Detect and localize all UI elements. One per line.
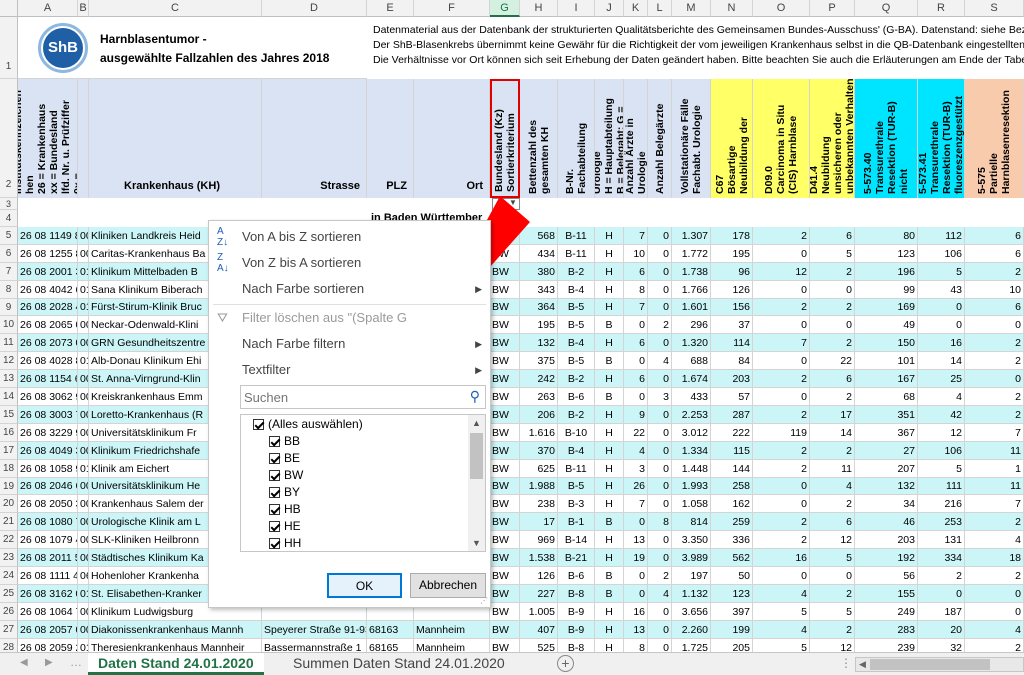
filter-list-item[interactable]: BY (269, 484, 300, 501)
horizontal-scrollbar[interactable]: ◀ (855, 657, 1024, 672)
hscroll-left-icon[interactable]: ◀ (859, 658, 866, 671)
chevron-right-icon: ▶ (475, 284, 482, 294)
red-arrow-annotation (352, 196, 530, 432)
tab-scroll-right-icon[interactable]: ▶ (45, 657, 53, 668)
chevron-right-icon: ▶ (475, 365, 482, 375)
sort-za-label: Von Z bis A sortieren (242, 255, 362, 270)
sort-za-item[interactable]: Z A↓ Von Z bis A sortieren (209, 250, 490, 276)
value-list[interactable]: (Alles auswählen) BB BE BW BY HB HE HH ▲ ▼ (240, 414, 486, 552)
filter-list-item[interactable]: HB (269, 501, 301, 518)
sort-az-label: Von A bis Z sortieren (242, 229, 362, 244)
checkbox-checked-icon[interactable] (269, 504, 280, 516)
filter-list-label: (Alles auswählen) (268, 417, 363, 431)
filter-list-label: BE (284, 451, 301, 465)
tab-scroll-left-icon[interactable]: ◀ (20, 657, 28, 668)
text-filter-label: Textfilter (242, 362, 291, 377)
filter-list-label: BB (284, 434, 301, 448)
checkbox-checked-icon[interactable] (269, 453, 280, 465)
scroll-down-icon[interactable]: ▼ (468, 535, 485, 551)
list-scrollbar[interactable]: ▲ ▼ (468, 415, 485, 551)
filter-list-label: BW (284, 468, 304, 482)
sort-by-color-item[interactable]: Nach Farbe sortieren ▶ (209, 276, 490, 302)
resize-grip-icon[interactable]: ⋰ (480, 596, 488, 605)
tab-summen-daten[interactable]: Summen Daten Stand 24.01.2020 (283, 653, 515, 675)
add-sheet-icon[interactable]: + (557, 655, 574, 672)
filter-list-item[interactable]: HH (269, 535, 302, 551)
tab-splitter-icon[interactable]: ⋮ (840, 656, 852, 670)
filter-dropdown-menu: A Z↓ Von A bis Z sortieren Z A↓ Von Z bis … (208, 220, 491, 608)
checkbox-checked-icon[interactable] (253, 419, 264, 431)
filter-list-label: BY (284, 485, 301, 499)
sheet-tab-bar: ◀ ▶ … Daten Stand 24.01.2020 Summen Date… (0, 652, 1024, 675)
tab-menu-icon[interactable]: … (70, 655, 82, 669)
filter-list-item[interactable]: BE (269, 450, 300, 467)
sort-za-icon: Z A↓ (217, 252, 229, 274)
scroll-thumb[interactable] (470, 433, 483, 479)
search-icon: ⚲ (469, 388, 480, 404)
search-input[interactable] (241, 386, 451, 408)
checkbox-checked-icon[interactable] (269, 470, 280, 482)
sort-az-icon: A Z↓ (217, 226, 229, 248)
filter-list-item[interactable]: (Alles auswählen) (253, 416, 363, 433)
filter-list-item[interactable]: BB (269, 433, 300, 450)
chevron-right-icon: ▶ (475, 339, 482, 349)
ok-button[interactable]: OK (327, 573, 402, 598)
sort-by-color-label: Nach Farbe sortieren (242, 281, 365, 296)
filter-list-label: HE (284, 519, 301, 533)
clear-filter-label: Filter löschen aus "(Spalte G (242, 310, 408, 325)
filter-by-color-item[interactable]: Nach Farbe filtern ▶ (209, 331, 490, 357)
checkbox-checked-icon[interactable] (269, 521, 280, 533)
filter-list-label: HH (284, 536, 302, 550)
checkbox-checked-icon[interactable] (269, 487, 280, 499)
text-filter-item[interactable]: Textfilter ▶ (209, 357, 490, 383)
clear-filter-icon: ⛛ (217, 310, 228, 325)
checkbox-checked-icon[interactable] (269, 538, 280, 550)
filter-list-label: HB (284, 502, 301, 516)
filter-list-item[interactable]: HE (269, 518, 301, 535)
hscroll-thumb[interactable] (870, 659, 990, 670)
filter-by-color-label: Nach Farbe filtern (242, 336, 346, 351)
search-box[interactable]: ⚲ (240, 385, 486, 409)
sort-az-item[interactable]: A Z↓ Von A bis Z sortieren (209, 224, 490, 250)
scroll-up-icon[interactable]: ▲ (468, 415, 485, 431)
checkbox-checked-icon[interactable] (269, 436, 280, 448)
clear-filter-item[interactable]: ⛛ Filter löschen aus "(Spalte G (209, 305, 490, 331)
tab-daten-stand[interactable]: Daten Stand 24.01.2020 (88, 653, 264, 675)
filter-list-item[interactable]: BW (269, 467, 303, 484)
cancel-button[interactable]: Abbrechen (410, 573, 486, 598)
